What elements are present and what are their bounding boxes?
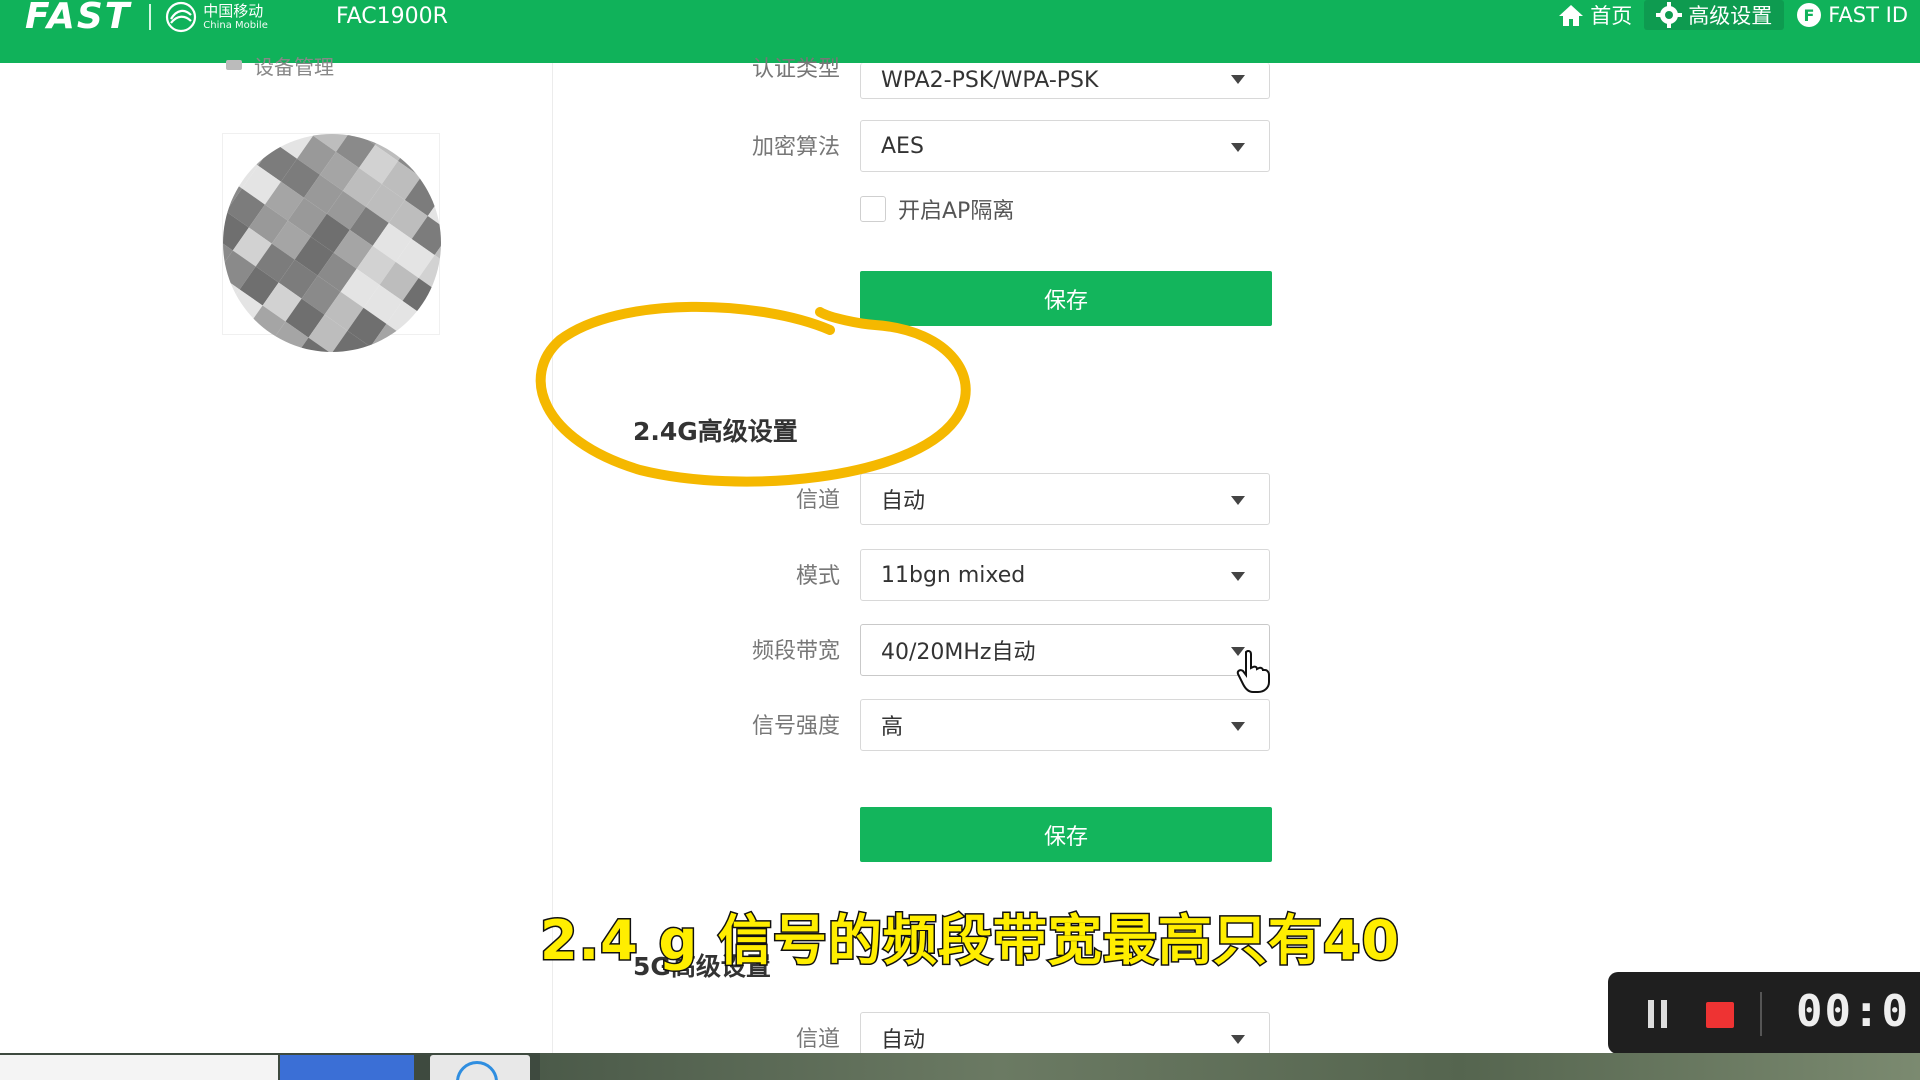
ap-isolation-row: 开启AP隔离 xyxy=(860,193,1014,225)
bandwidth-select[interactable]: 40/20MHz自动 xyxy=(860,624,1270,676)
sidebar-item-label: 设备管理 xyxy=(254,54,334,78)
signal-strength-value: 高 xyxy=(881,715,904,740)
partner-en: China Mobile xyxy=(203,19,268,31)
chevron-down-icon xyxy=(1231,496,1245,505)
recorder-divider xyxy=(1760,992,1762,1036)
browser-icon xyxy=(456,1061,498,1080)
bandwidth-label: 频段带宽 xyxy=(751,639,840,664)
encryption-value: AES xyxy=(881,133,924,159)
top-nav: 首页 高级设置 F FAST ID xyxy=(1546,0,1920,30)
device-icon xyxy=(226,60,242,70)
ap-isolation-checkbox[interactable] xyxy=(860,196,886,222)
avatar-frame xyxy=(222,133,441,352)
fast-id-icon: F xyxy=(1797,3,1822,27)
channel-5g-value: 自动 xyxy=(881,1028,926,1053)
nav-fast-id[interactable]: F FAST ID xyxy=(1784,0,1920,30)
china-mobile-icon xyxy=(166,1,197,33)
auth-type-value: WPA2-PSK/WPA-PSK xyxy=(881,68,1099,93)
chevron-down-icon xyxy=(1231,722,1245,731)
taskbar-search[interactable] xyxy=(0,1055,278,1080)
ap-isolation-label: 开启AP隔离 xyxy=(898,199,1015,224)
auth-type-select[interactable]: WPA2-PSK/WPA-PSK xyxy=(860,63,1270,99)
pause-icon[interactable] xyxy=(1648,1000,1667,1028)
signal-strength-select[interactable]: 高 xyxy=(860,699,1270,751)
gear-icon xyxy=(1656,2,1683,28)
taskbar xyxy=(0,1053,1920,1080)
chevron-down-icon xyxy=(1231,143,1245,152)
sidebar: 设备管理 xyxy=(0,55,552,1053)
sidebar-item-device-management[interactable]: 设备管理 xyxy=(226,53,334,77)
fast-logo: FAST xyxy=(25,0,132,37)
annotation-circle xyxy=(535,301,971,487)
nav-advanced-settings[interactable]: 高级设置 xyxy=(1644,0,1785,30)
encryption-select[interactable]: AES xyxy=(860,120,1270,172)
taskbar-browser[interactable] xyxy=(430,1055,530,1080)
encryption-label: 加密算法 xyxy=(751,135,840,160)
signal-strength-label: 信号强度 xyxy=(751,714,840,739)
taskbar-active-app[interactable] xyxy=(280,1055,414,1080)
chevron-down-icon xyxy=(1231,1035,1245,1044)
partner-cn: 中国移动 xyxy=(203,1,264,20)
nav-home[interactable]: 首页 xyxy=(1546,0,1644,30)
model-name: FAC1900R xyxy=(336,4,448,29)
screen-recorder: 00:0 xyxy=(1608,972,1920,1054)
brand: FAST 中国移动 China Mobile xyxy=(25,0,268,37)
pixelated-avatar-image xyxy=(223,134,441,352)
save-button-24g[interactable]: 保存 xyxy=(860,807,1272,862)
mode-value: 11bgn mixed xyxy=(881,562,1026,588)
channel-5g-label: 信道 xyxy=(795,1027,840,1052)
recording-time: 00:0 xyxy=(1796,986,1910,1037)
bandwidth-value: 40/20MHz自动 xyxy=(881,640,1036,665)
nav-fast-id-label: FAST ID xyxy=(1828,3,1908,27)
nav-advanced-label: 高级设置 xyxy=(1688,4,1773,28)
home-icon xyxy=(1559,5,1584,26)
chevron-down-icon xyxy=(1231,75,1245,84)
svg-text:F: F xyxy=(1804,6,1815,25)
avatar xyxy=(223,134,441,352)
auth-type-label: 认证类型 xyxy=(751,57,840,82)
stop-icon[interactable] xyxy=(1706,1002,1734,1028)
video-subtitle: 2.4 g 信号的频段带宽最高只有40 xyxy=(538,908,1401,974)
china-mobile-logo: 中国移动 China Mobile xyxy=(165,1,268,33)
mode-label: 模式 xyxy=(795,564,840,589)
nav-home-label: 首页 xyxy=(1590,4,1633,28)
brand-divider xyxy=(149,4,152,30)
chevron-down-icon xyxy=(1231,572,1245,581)
mode-select[interactable]: 11bgn mixed xyxy=(860,549,1270,601)
hand-cursor-icon xyxy=(1236,650,1270,693)
desktop-background xyxy=(540,1053,1920,1080)
